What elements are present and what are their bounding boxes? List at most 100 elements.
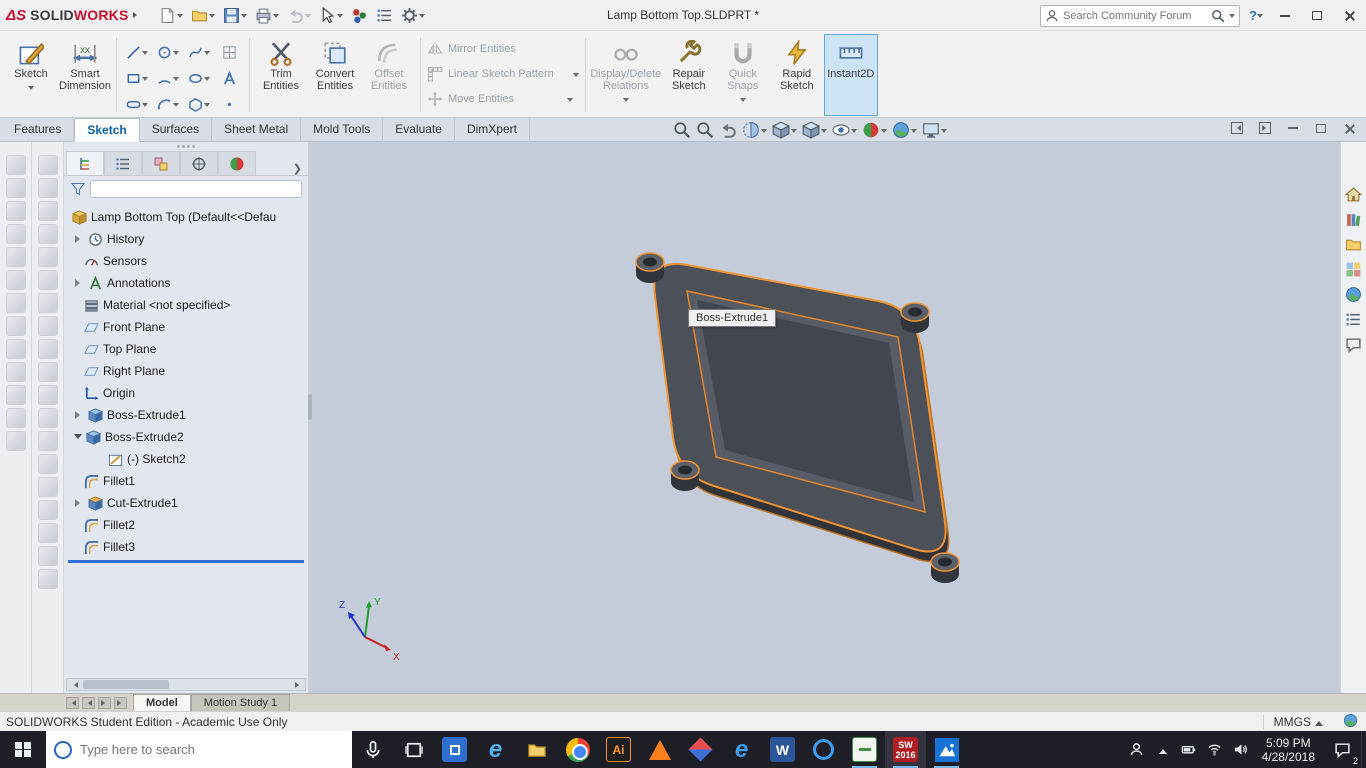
blue-tile-app-icon[interactable] [434,731,475,768]
tree-item-boss-extrude2[interactable]: Boss-Extrude2 [64,426,308,448]
community-search[interactable] [1040,4,1241,27]
tree-item-fillet1[interactable]: Fillet1 [64,470,308,492]
convert-entities-button[interactable]: Convert Entities [308,34,362,116]
tool-icon[interactable] [5,385,26,405]
illustrator-icon[interactable]: Ai [598,731,639,768]
tree-item-material[interactable]: Material <not specified> [64,294,308,316]
tool-icon[interactable] [37,339,58,359]
text-tool-button[interactable] [214,65,245,91]
blue-circle-app-icon[interactable] [803,731,844,768]
tag-editor-icon[interactable] [1343,713,1358,731]
maximize-button[interactable] [1304,5,1330,27]
save-button[interactable] [220,5,250,26]
tree-horizontal-scrollbar[interactable] [66,678,306,691]
tree-item-front-plane[interactable]: Front Plane [64,316,308,338]
task-view-button[interactable] [393,731,434,768]
tool-icon[interactable] [37,316,58,336]
community-search-input[interactable] [1063,9,1208,22]
expand-icon[interactable] [75,499,84,507]
tool-icon[interactable] [5,431,26,451]
tool-icon[interactable] [5,247,26,267]
linear-sketch-pattern-button[interactable]: Linear Sketch Pattern [427,66,579,82]
view-palette-icon[interactable] [1341,257,1366,281]
tool-icon[interactable] [37,201,58,221]
tree-item-cut-extrude1[interactable]: Cut-Extrude1 [64,492,308,514]
expand-left-pane-button[interactable] [1230,121,1244,135]
tree-item-fillet2[interactable]: Fillet2 [64,514,308,536]
section-view-button[interactable] [741,120,768,140]
window-minimize-button[interactable] [1286,121,1300,135]
cortana-icon[interactable] [54,740,72,759]
diamond-app-icon[interactable] [680,731,721,768]
tool-icon[interactable] [5,224,26,244]
tree-item-history[interactable]: History [64,228,308,250]
people-icon[interactable] [1124,731,1150,768]
network-icon[interactable] [1202,731,1228,768]
tool-icon[interactable] [37,270,58,290]
sketch-button[interactable]: Sketch [4,34,58,116]
battery-icon[interactable] [1176,731,1202,768]
previous-view-button[interactable] [718,120,738,140]
vlc-icon[interactable] [639,731,680,768]
chrome-icon[interactable] [557,731,598,768]
tabs-overflow-icon[interactable]: ❯ [289,162,306,175]
tree-item-root[interactable]: Lamp Bottom Top (Default<<Defau [64,206,308,228]
word-icon[interactable]: W [762,731,803,768]
tree-item-sketch2[interactable]: (-) Sketch2 [64,448,308,470]
hide-show-items-button[interactable] [831,120,858,140]
tab-surfaces[interactable]: Surfaces [140,118,213,142]
search-icon[interactable] [1211,9,1225,23]
first-tab-icon[interactable] [66,696,79,709]
scroll-left-icon[interactable] [67,679,81,690]
property-manager-tab[interactable] [104,151,142,175]
zoom-fit-button[interactable] [672,120,692,140]
tool-icon[interactable] [5,362,26,382]
offset-entities-button[interactable]: Offset Entities [362,34,416,116]
display-manager-tab[interactable] [218,151,256,175]
tool-icon[interactable] [5,155,26,175]
model-tab[interactable]: Model [133,694,191,711]
tool-icon[interactable] [37,224,58,244]
expand-icon[interactable] [75,279,84,287]
tool-icon[interactable] [37,500,58,520]
tool-icon[interactable] [5,270,26,290]
repair-sketch-button[interactable]: Repair Sketch [662,34,716,116]
print-button[interactable] [252,5,282,26]
tree-item-top-plane[interactable]: Top Plane [64,338,308,360]
design-tree-tab[interactable] [66,151,104,175]
line-tool-button[interactable] [121,39,152,65]
dimxpert-manager-tab[interactable] [180,151,218,175]
appearance-button[interactable] [348,5,371,26]
tab-evaluate[interactable]: Evaluate [383,118,455,142]
slot-tool-button[interactable] [121,91,152,117]
search-dropdown-icon[interactable] [1229,14,1236,21]
scroll-thumb[interactable] [83,680,169,689]
tab-features[interactable]: Features [2,118,75,142]
next-tab-icon[interactable] [98,696,111,709]
tool-icon[interactable] [37,431,58,451]
view-settings-button[interactable] [921,120,948,140]
move-entities-button[interactable]: Move Entities [427,91,579,107]
tool-icon[interactable] [37,546,58,566]
tool-icon[interactable] [37,178,58,198]
spline-tool-button[interactable] [183,39,214,65]
file-explorer-icon[interactable] [516,731,557,768]
forum-icon[interactable] [1341,332,1366,356]
tool-icon[interactable] [37,523,58,543]
tool-icon[interactable] [5,408,26,428]
three-point-arc-button[interactable] [152,91,183,117]
expand-icon[interactable] [75,411,84,419]
units-selector[interactable]: MMGS [1262,714,1333,729]
display-style-button[interactable] [801,120,828,140]
hidden-icons-chevron[interactable] [1150,731,1176,768]
tool-icon[interactable] [37,477,58,497]
edit-appearance-button[interactable] [861,120,888,140]
tool-icon[interactable] [37,155,58,175]
zoom-area-button[interactable] [695,120,715,140]
undo-button[interactable] [284,5,314,26]
search-scope-icon[interactable] [1045,9,1059,23]
solidworks-taskbar-icon[interactable]: SW 2016 [885,731,926,768]
tool-icon[interactable] [5,201,26,221]
tool-icon[interactable] [37,385,58,405]
select-button[interactable] [316,5,346,26]
